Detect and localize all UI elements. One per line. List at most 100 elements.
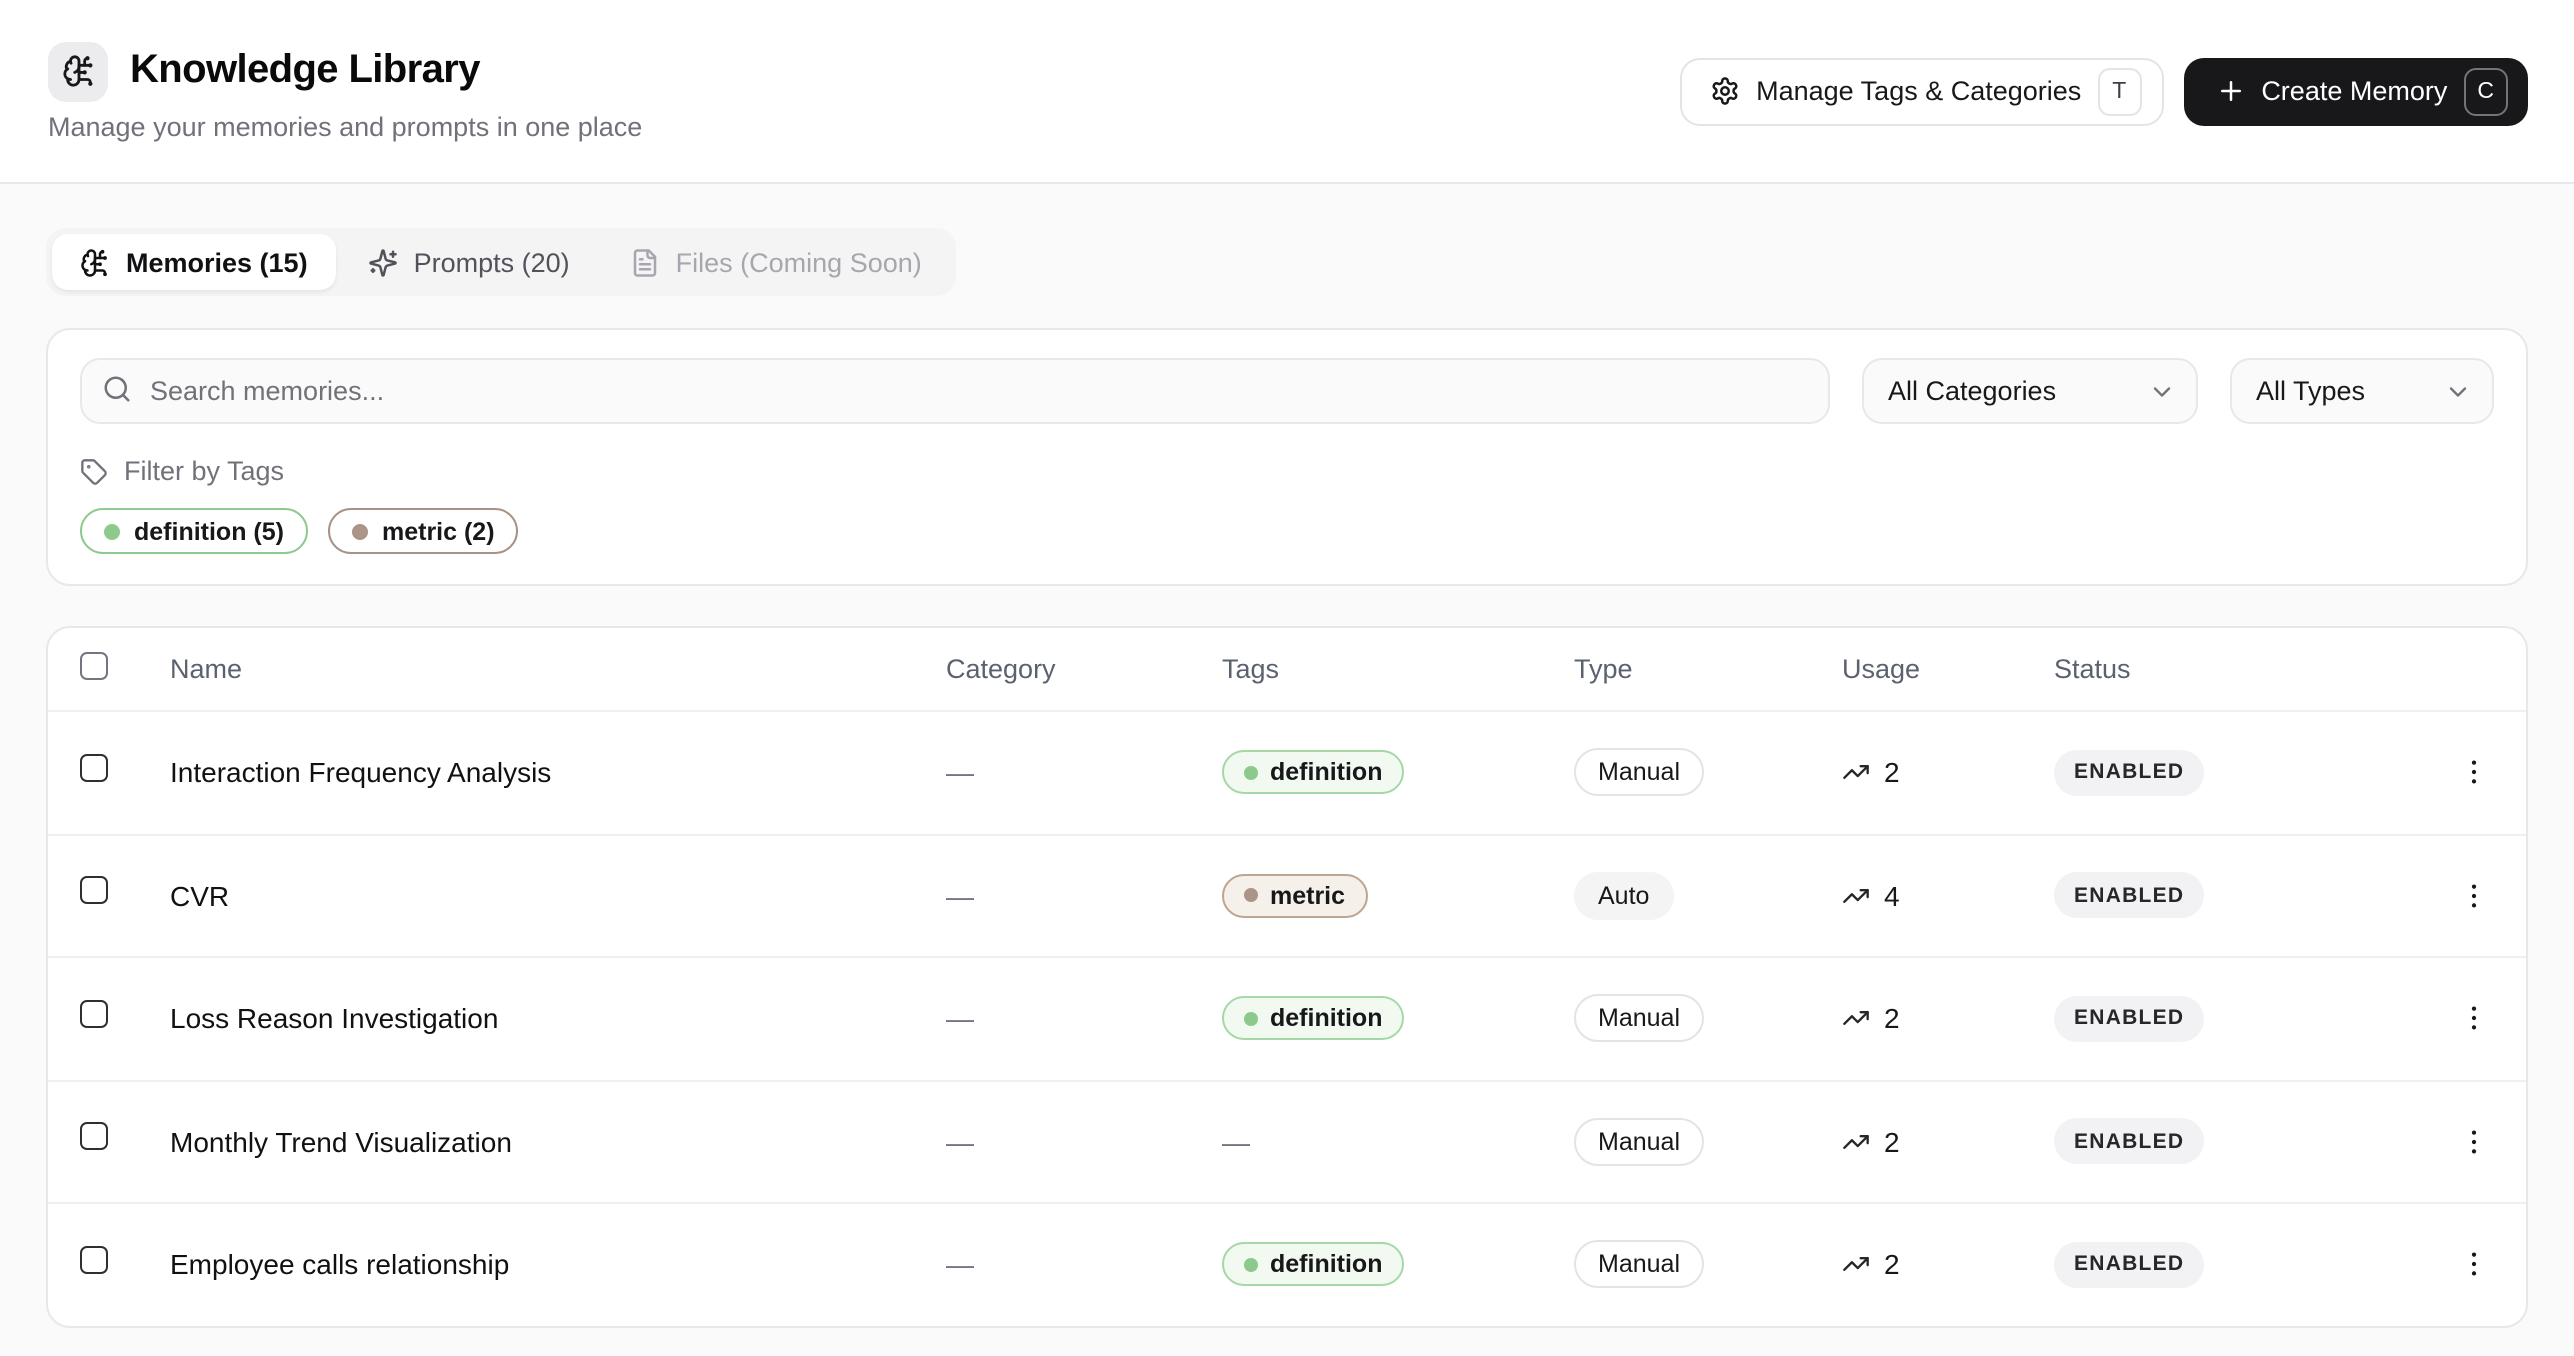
tag-filter-label: definition (5) <box>134 517 284 545</box>
memory-name[interactable]: Loss Reason Investigation <box>170 1003 946 1035</box>
table-row: Interaction Frequency Analysis — definit… <box>48 710 2526 833</box>
tag-badge: definition <box>1222 751 1405 795</box>
table-row: Monthly Trend Visualization — — Manual 2… <box>48 1079 2526 1202</box>
tag-color-dot <box>1244 766 1258 780</box>
usage-count: 4 <box>1884 880 1900 912</box>
row-menu-button[interactable] <box>2446 1237 2502 1293</box>
category-select-value: All Categories <box>1888 376 2056 406</box>
memories-table: Name Category Tags Type Usage Status Int… <box>46 626 2528 1327</box>
tag-badge: metric <box>1222 874 1367 918</box>
tag-filter-list: definition (5) metric (2) <box>80 508 2494 554</box>
manage-tags-categories-button[interactable]: Manage Tags & Categories T <box>1680 57 2163 125</box>
trending-up-icon <box>1842 1005 1870 1033</box>
column-header-name: Name <box>170 654 946 684</box>
page-title: Knowledge Library <box>130 48 480 94</box>
status-badge: ENABLED <box>2054 1119 2204 1165</box>
status-badge: ENABLED <box>2054 750 2204 796</box>
search-input[interactable] <box>80 358 1830 424</box>
tag-filter-definition[interactable]: definition (5) <box>80 508 308 554</box>
column-header-status: Status <box>2054 654 2446 684</box>
tab-files-coming-soon: Files (Coming Soon) <box>602 234 950 290</box>
search-icon <box>102 374 132 404</box>
memory-name[interactable]: Monthly Trend Visualization <box>170 1126 946 1158</box>
trending-up-icon <box>1842 1251 1870 1279</box>
status-badge: ENABLED <box>2054 1242 2204 1288</box>
tab-label: Prompts (20) <box>414 247 570 277</box>
table-body: Interaction Frequency Analysis — definit… <box>48 710 2526 1325</box>
tag-color-dot <box>1244 889 1258 903</box>
create-memory-button[interactable]: Create Memory C <box>2183 57 2528 125</box>
tab-memories-15[interactable]: Memories (15) <box>52 234 336 290</box>
row-menu-button[interactable] <box>2446 991 2502 1047</box>
plus-icon <box>2215 76 2245 106</box>
row-menu-button[interactable] <box>2446 1114 2502 1170</box>
table-row: Loss Reason Investigation — definition M… <box>48 956 2526 1079</box>
table-row: CVR — metric Auto 4 ENABLED <box>48 833 2526 956</box>
gear-icon <box>1710 76 1740 106</box>
row-checkbox[interactable] <box>80 754 108 782</box>
usage-count: 2 <box>1884 1249 1900 1281</box>
brain-circuit-icon <box>48 41 108 101</box>
filter-panel: All Categories All Types Filter by Tags <box>46 328 2528 586</box>
usage-count: 2 <box>1884 757 1900 789</box>
row-menu-button[interactable] <box>2446 868 2502 924</box>
row-checkbox[interactable] <box>80 1246 108 1274</box>
filter-by-tags-label: Filter by Tags <box>124 456 284 486</box>
select-all-checkbox[interactable] <box>80 652 108 680</box>
memory-tags: definition <box>1222 751 1574 795</box>
chevron-down-icon <box>2444 377 2472 405</box>
type-badge: Manual <box>1574 1241 1704 1289</box>
chevron-down-icon <box>2148 377 2176 405</box>
row-checkbox[interactable] <box>80 1123 108 1151</box>
shortcut-key-badge: C <box>2463 67 2508 115</box>
row-checkbox[interactable] <box>80 877 108 905</box>
usage-count: 2 <box>1884 1126 1900 1158</box>
tag-color-dot <box>352 523 368 539</box>
memory-category: — <box>946 880 1222 912</box>
memory-name[interactable]: CVR <box>170 880 946 912</box>
knowledge-library-page: Knowledge Library Manage your memories a… <box>0 0 2574 1356</box>
type-badge: Auto <box>1574 872 1673 920</box>
memory-tags: — <box>1222 1126 1574 1158</box>
trending-up-icon <box>1842 759 1870 787</box>
memory-name[interactable]: Interaction Frequency Analysis <box>170 757 946 789</box>
memory-tags: definition <box>1222 997 1574 1041</box>
type-select[interactable]: All Types <box>2230 358 2494 424</box>
type-select-value: All Types <box>2256 376 2365 406</box>
manage-tags-label: Manage Tags & Categories <box>1756 76 2081 106</box>
memory-tags: definition <box>1222 1243 1574 1287</box>
memory-name[interactable]: Employee calls relationship <box>170 1249 946 1281</box>
table-row: Employee calls relationship — definition… <box>48 1202 2526 1325</box>
tab-prompts-20[interactable]: Prompts (20) <box>340 234 598 290</box>
page-subtitle: Manage your memories and prompts in one … <box>48 111 642 141</box>
tag-badge: definition <box>1222 997 1405 1041</box>
page-header: Knowledge Library Manage your memories a… <box>0 0 2574 184</box>
tag-badge: definition <box>1222 1243 1405 1287</box>
memory-tags: metric <box>1222 874 1574 918</box>
status-badge: ENABLED <box>2054 996 2204 1042</box>
tag-color-dot <box>1244 1258 1258 1272</box>
tag-filter-label: metric (2) <box>382 517 495 545</box>
type-badge: Manual <box>1574 1118 1704 1166</box>
tab-label: Files (Coming Soon) <box>676 247 922 277</box>
type-badge: Manual <box>1574 995 1704 1043</box>
create-memory-label: Create Memory <box>2261 76 2447 106</box>
memory-category: — <box>946 1126 1222 1158</box>
column-header-type: Type <box>1574 654 1842 684</box>
category-select[interactable]: All Categories <box>1862 358 2198 424</box>
row-checkbox[interactable] <box>80 1000 108 1028</box>
memory-category: — <box>946 1249 1222 1281</box>
status-badge: ENABLED <box>2054 873 2204 919</box>
usage-count: 2 <box>1884 1003 1900 1035</box>
trending-up-icon <box>1842 1128 1870 1156</box>
sparkles-icon <box>368 247 398 277</box>
shortcut-key-badge: T <box>2097 67 2141 115</box>
column-header-usage: Usage <box>1842 654 2054 684</box>
tab-bar: Memories (15) Prompts (20) Files (Coming S… <box>46 228 956 296</box>
table-header-row: Name Category Tags Type Usage Status <box>48 628 2526 710</box>
trending-up-icon <box>1842 882 1870 910</box>
tag-filter-metric[interactable]: metric (2) <box>328 508 519 554</box>
memory-category: — <box>946 1003 1222 1035</box>
row-menu-button[interactable] <box>2446 745 2502 801</box>
column-header-tags: Tags <box>1222 654 1574 684</box>
